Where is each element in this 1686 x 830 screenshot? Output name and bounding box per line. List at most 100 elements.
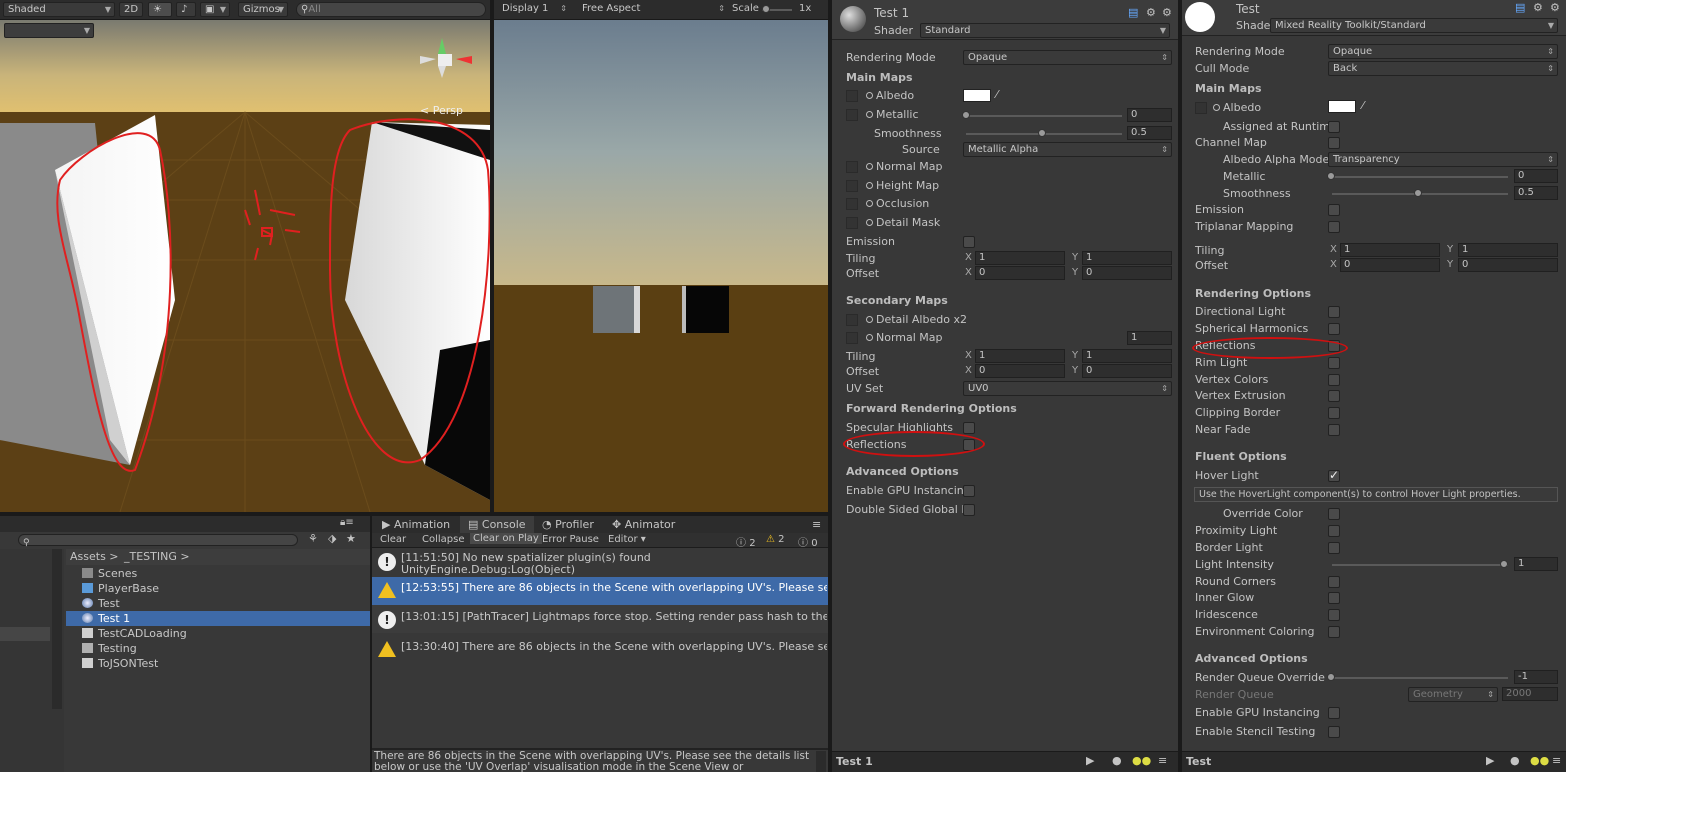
play-icon[interactable]: ▶	[1086, 754, 1094, 767]
menu-icon[interactable]: ≡	[812, 518, 821, 531]
effects-dropdown[interactable]: ▣ ▼	[200, 2, 230, 17]
light-icon[interactable]: ●●	[1132, 754, 1151, 767]
metallic-field-right[interactable]: 0	[1514, 169, 1558, 183]
project-item-test[interactable]: Test	[82, 597, 120, 610]
sphere-icon[interactable]: ●	[1510, 754, 1520, 767]
inner-glow-checkbox[interactable]	[1328, 592, 1340, 604]
light-icon[interactable]: ●●	[1530, 754, 1549, 767]
spherical-harmonics-checkbox[interactable]	[1328, 323, 1340, 335]
tree-selected-row[interactable]	[0, 627, 50, 641]
double-sided-checkbox[interactable]	[963, 504, 975, 516]
offset2-y-field[interactable]: 0	[1082, 364, 1172, 378]
detail-albedo-slot[interactable]	[846, 314, 858, 326]
tiling2-y-field[interactable]: 1	[1082, 349, 1172, 363]
warn-count[interactable]: ⚠ 2	[766, 534, 785, 545]
game-viewport[interactable]	[494, 20, 828, 512]
editor-dropdown[interactable]: Editor ▾	[608, 534, 646, 545]
eyedropper-icon[interactable]: ⁄	[996, 88, 998, 101]
error-count[interactable]: ⓘ 0	[798, 534, 818, 549]
normal-map2-slot[interactable]	[846, 332, 858, 344]
scene-viewport[interactable]: < Persp ▼	[0, 20, 490, 512]
clipping-border-checkbox[interactable]	[1328, 407, 1340, 419]
offset-y-field[interactable]: 0	[1082, 266, 1172, 280]
albedo-color-swatch[interactable]	[963, 89, 991, 102]
smoothness-slider-knob[interactable]	[1038, 129, 1046, 137]
channel-map-checkbox[interactable]	[1328, 137, 1340, 149]
clear-button[interactable]: Clear	[380, 534, 406, 545]
border-light-checkbox[interactable]	[1328, 542, 1340, 554]
smoothness-field-right[interactable]: 0.5	[1514, 186, 1558, 200]
metallic-field[interactable]: 0	[1127, 108, 1172, 122]
stencil-checkbox[interactable]	[1328, 726, 1340, 738]
project-item-testing[interactable]: Testing	[82, 642, 137, 655]
override-color-checkbox[interactable]	[1328, 508, 1340, 520]
tiling-y-field-right[interactable]: 1	[1458, 243, 1558, 257]
filter-type-icon[interactable]: ⚘	[308, 532, 318, 545]
gpu-instancing-checkbox-right[interactable]	[1328, 707, 1340, 719]
play-icon[interactable]: ▶	[1486, 754, 1494, 767]
aspect-dropdown[interactable]: Free Aspect ⇕	[578, 2, 728, 17]
metallic-texture-slot[interactable]	[846, 109, 858, 121]
scale-slider-knob[interactable]	[762, 5, 770, 13]
light-intensity-slider-knob[interactable]	[1500, 560, 1508, 568]
lock-icon[interactable]: 🔒︎≡	[340, 517, 354, 528]
tiling2-x-field[interactable]: 1	[975, 349, 1065, 363]
metallic-slider-knob[interactable]	[962, 111, 970, 119]
hover-light-checkbox[interactable]	[1328, 468, 1340, 482]
emission-checkbox[interactable]	[963, 236, 975, 248]
shader-dropdown[interactable]: Standard ▼	[920, 23, 1170, 38]
emission-checkbox-right[interactable]	[1328, 204, 1340, 216]
metallic-slider-knob-right[interactable]	[1327, 172, 1335, 180]
display-dropdown[interactable]: Display 1 ⇕	[498, 2, 570, 17]
render-queue-field[interactable]: 2000	[1502, 687, 1558, 701]
near-fade-checkbox[interactable]	[1328, 424, 1340, 436]
clear-on-play-button[interactable]: Clear on Play	[470, 533, 542, 544]
gear-icon[interactable]: ⚙	[1162, 6, 1172, 19]
project-item-tojsontest[interactable]: ToJSONTest	[82, 657, 158, 670]
shader-dropdown-right[interactable]: Mixed Reality Toolkit/Standard ▼	[1270, 18, 1558, 33]
detail-mask-slot[interactable]	[846, 217, 858, 229]
tab-animator[interactable]: ✥ Animator	[604, 516, 683, 534]
breadcrumb-testing[interactable]: _TESTING >	[124, 550, 190, 563]
render-queue-dropdown[interactable]: Geometry ⇕	[1408, 687, 1498, 702]
occlusion-slot[interactable]	[846, 198, 858, 210]
console-splitter[interactable]	[372, 748, 828, 750]
round-corners-checkbox[interactable]	[1328, 576, 1340, 588]
tab-animation[interactable]: ▶ Animation	[374, 516, 458, 534]
uv-set-dropdown[interactable]: UV0 ⇕	[963, 381, 1172, 396]
offset-y-field-right[interactable]: 0	[1458, 258, 1558, 272]
2d-toggle[interactable]: 2D	[119, 2, 143, 17]
info-count[interactable]: ⓘ 2	[736, 534, 756, 549]
persp-label[interactable]: < Persp	[420, 104, 463, 117]
menu-icon[interactable]: ≡	[1552, 754, 1561, 767]
rim-light-checkbox[interactable]	[1328, 357, 1340, 369]
scene-gizmo[interactable]	[416, 34, 476, 84]
offset-x-field[interactable]: 0	[975, 266, 1065, 280]
albedo-alpha-mode-dropdown[interactable]: Transparency ⇕	[1328, 152, 1558, 167]
albedo-color-swatch-right[interactable]	[1328, 100, 1356, 113]
environment-coloring-checkbox[interactable]	[1328, 626, 1340, 638]
albedo-texture-slot[interactable]	[846, 90, 858, 102]
tab-profiler[interactable]: ◔ Profiler	[534, 516, 602, 534]
menu-icon[interactable]: ≡	[1158, 754, 1167, 767]
tiling-x-field-right[interactable]: 1	[1340, 243, 1440, 257]
lighting-toggle[interactable]: ☀	[148, 2, 172, 17]
project-item-scenes[interactable]: Scenes	[82, 567, 137, 580]
shading-dropdown[interactable]: Shaded ▼	[3, 2, 115, 17]
label-icon[interactable]: ⬗	[328, 532, 336, 545]
settings-icon[interactable]: ⚙	[1533, 1, 1543, 14]
gear-icon[interactable]: ⚙	[1550, 1, 1560, 14]
project-search-input[interactable]: ⚲	[18, 534, 298, 548]
iridescence-checkbox[interactable]	[1328, 609, 1340, 621]
vertex-colors-checkbox[interactable]	[1328, 374, 1340, 386]
gpu-instancing-checkbox[interactable]	[963, 485, 975, 497]
book-icon[interactable]: ▤	[1128, 6, 1138, 19]
project-item-test1[interactable]: Test 1	[82, 612, 130, 625]
normal-map-slot[interactable]	[846, 161, 858, 173]
tiling-y-field[interactable]: 1	[1082, 251, 1172, 265]
audio-toggle[interactable]: ♪	[176, 2, 196, 17]
height-map-slot[interactable]	[846, 180, 858, 192]
star-icon[interactable]: ★	[346, 532, 356, 545]
light-intensity-slider[interactable]	[1332, 564, 1508, 566]
offset2-x-field[interactable]: 0	[975, 364, 1065, 378]
